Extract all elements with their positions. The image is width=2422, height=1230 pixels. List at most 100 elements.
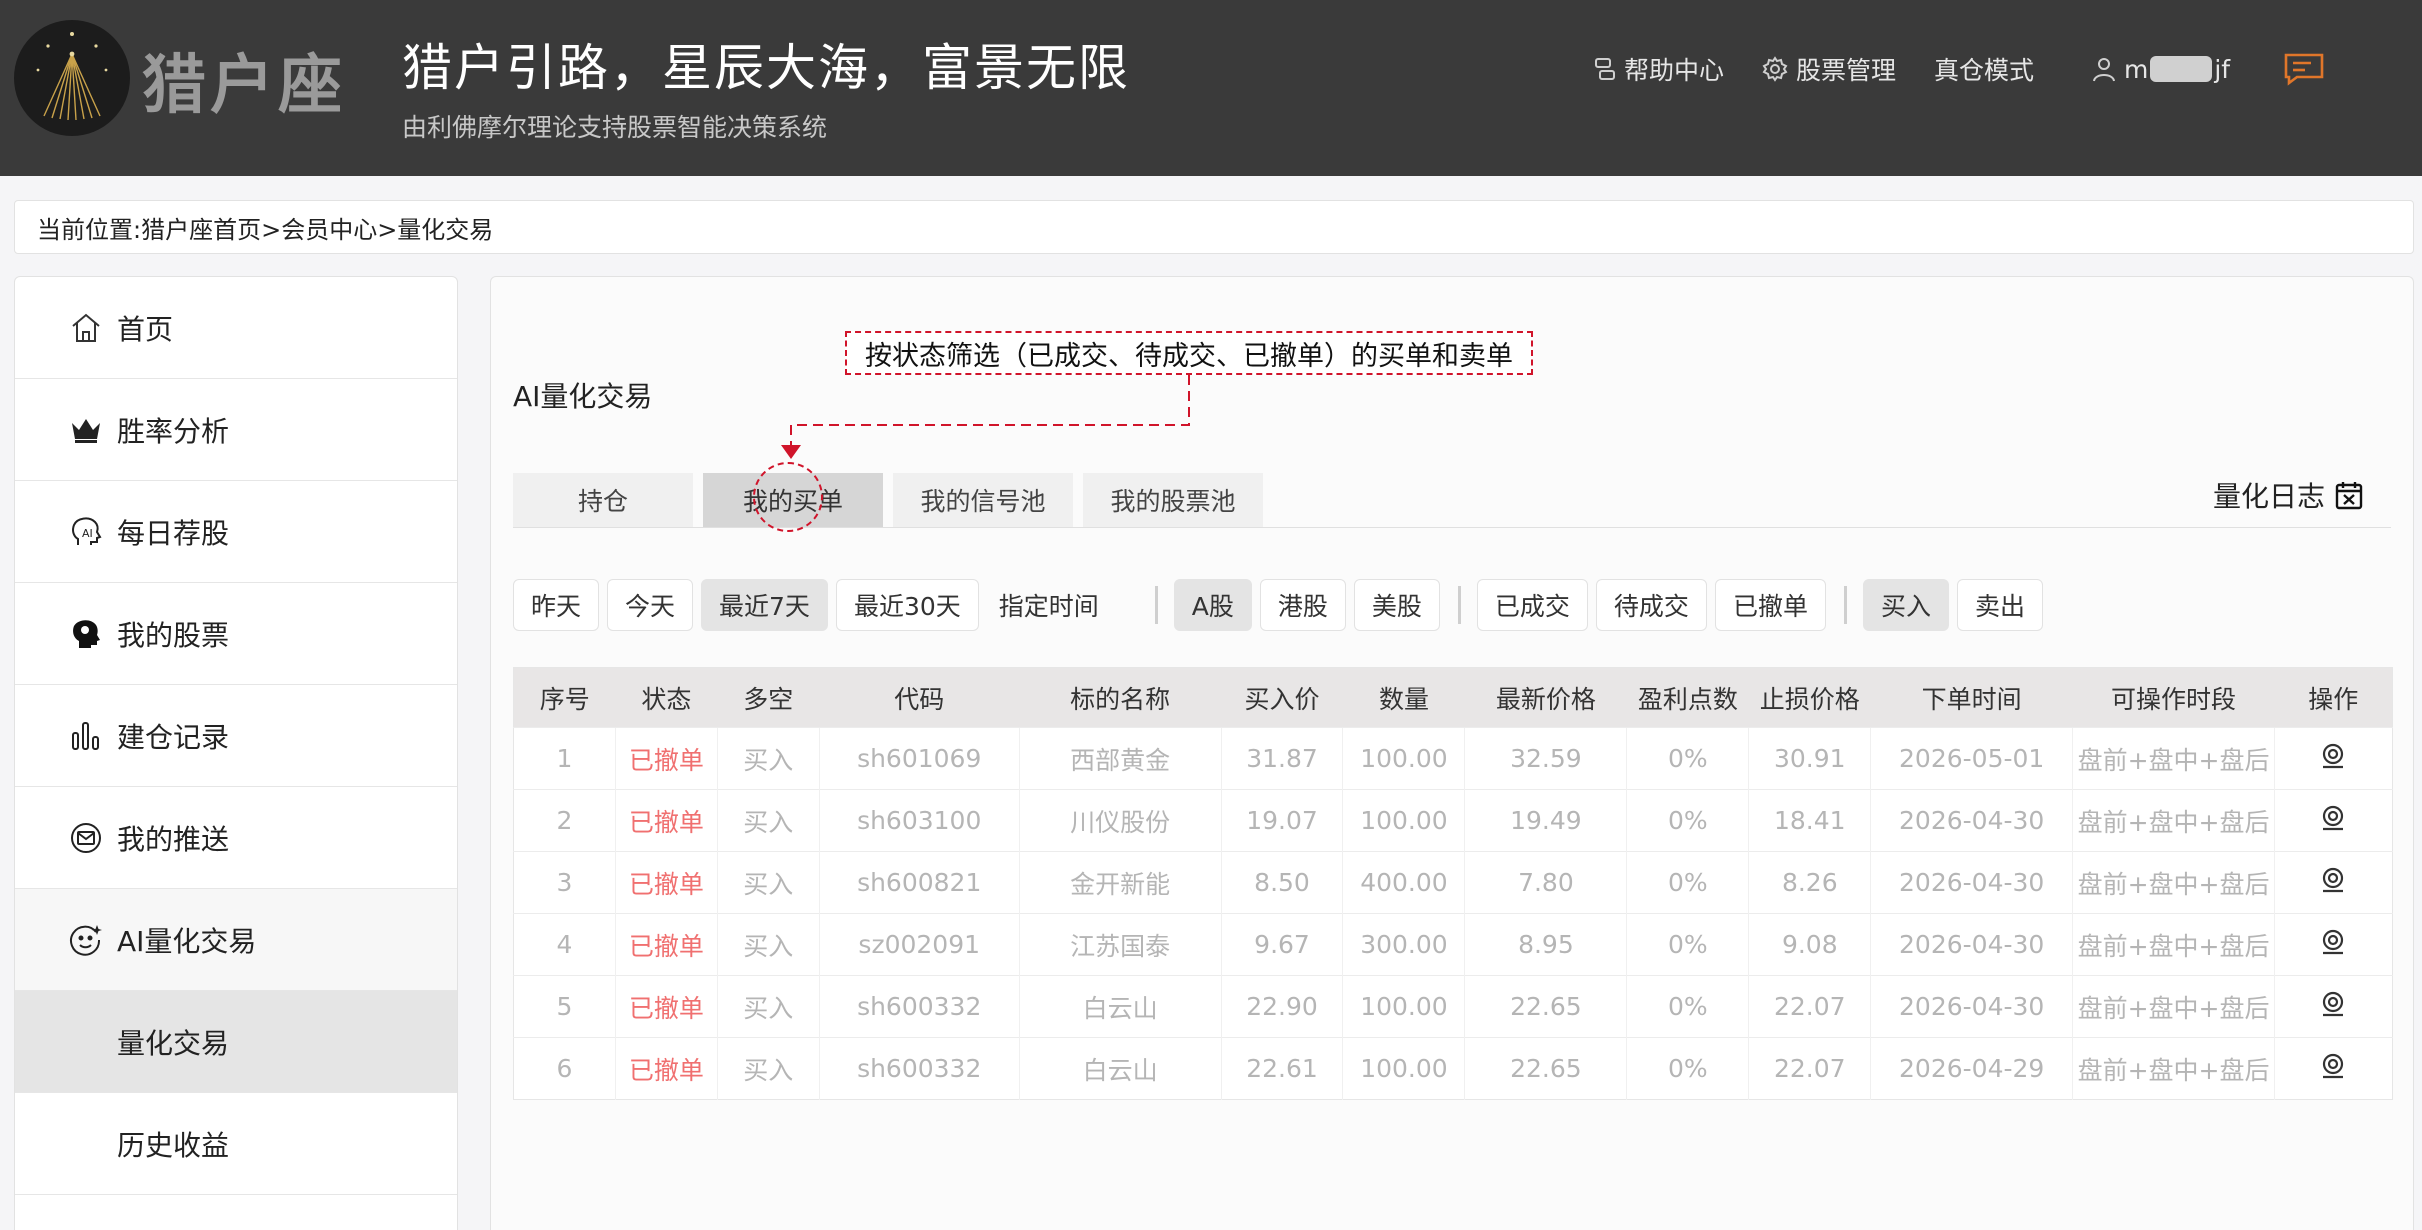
- help-center-link[interactable]: 帮助中心: [1594, 50, 1724, 88]
- tab-stock-pool[interactable]: 我的股票池: [1083, 473, 1263, 527]
- ai-face-icon: [70, 924, 102, 956]
- top-header: 猎户座 猎户引路，星辰大海，富景无限 由利佛摩尔理论支持股票智能决策系统 帮助中…: [0, 0, 2422, 176]
- sidebar-item-ai-quant[interactable]: AI量化交易: [15, 889, 457, 991]
- view-detail-icon[interactable]: [2319, 929, 2347, 961]
- orders-table: 序号 状态 多空 代码 标的名称 买入价 数量 最新价格 盈利点数 止损价格 下…: [513, 667, 2393, 1100]
- stock-management-label: 股票管理: [1796, 56, 1897, 85]
- view-detail-icon[interactable]: [2319, 805, 2347, 837]
- table-cell: 川仪股份: [1018, 789, 1222, 852]
- status-cell: 已撤单: [614, 789, 718, 852]
- table-cell: 买入: [716, 913, 820, 976]
- sidebar-item-label: 我的股票: [117, 618, 230, 652]
- sidebar-item-win-rate[interactable]: 胜率分析: [15, 379, 457, 481]
- table-cell: 100.00: [1342, 1037, 1465, 1100]
- table-cell: 白云山: [1018, 975, 1222, 1038]
- table-cell: 0%: [1626, 789, 1749, 852]
- sidebar-item-position-records[interactable]: 建仓记录: [15, 685, 457, 787]
- filter-bar: 昨天 今天 最近7天 最近30天 指定时间 A股 港股 美股 已成交 待成交 已…: [513, 579, 2051, 631]
- table-cell: 盘前+盘中+盘后: [2072, 913, 2275, 976]
- filter-status-pending[interactable]: 待成交: [1595, 579, 1707, 631]
- table-cell: 22.90: [1220, 975, 1343, 1038]
- filter-buy[interactable]: 买入: [1862, 579, 1949, 631]
- user-menu[interactable]: m jf: [2092, 50, 2230, 88]
- filter-today[interactable]: 今天: [607, 579, 694, 631]
- sidebar-item-my-push[interactable]: 我的推送: [15, 787, 457, 889]
- filter-sell[interactable]: 卖出: [1956, 579, 2043, 631]
- column-header: 标的名称: [1019, 667, 1222, 728]
- filter-status-filled[interactable]: 已成交: [1476, 579, 1588, 631]
- filter-status-cancelled[interactable]: 已撤单: [1714, 579, 1826, 631]
- view-detail-icon[interactable]: [2319, 991, 2347, 1023]
- filter-market-hk[interactable]: 港股: [1259, 579, 1346, 631]
- sidebar-item-quant-trading[interactable]: 量化交易: [15, 991, 457, 1093]
- table-cell: 2: [513, 789, 616, 852]
- column-header: 下单时间: [1870, 667, 2073, 728]
- table-cell: 盘前+盘中+盘后: [2072, 851, 2275, 914]
- filter-last-7-days[interactable]: 最近7天: [701, 579, 828, 631]
- logo-text[interactable]: 猎户座: [142, 34, 346, 126]
- stock-management-link[interactable]: 股票管理: [1762, 50, 1896, 88]
- table-row: 1 已撤单 买入 sh601069 西部黄金 31.87 100.00 32.59 0% 30.9…: [513, 727, 2393, 790]
- table-cell: 盘前+盘中+盘后: [2072, 975, 2275, 1038]
- table-cell: 6: [513, 1037, 616, 1100]
- filter-custom-date[interactable]: 指定时间: [999, 579, 1099, 631]
- table-row: 6 已撤单 买入 sh600332 白云山 22.61 100.00 22.65 0% 22.07…: [513, 1037, 2393, 1100]
- user-icon: [2093, 58, 2115, 82]
- sidebar-item-home[interactable]: 首页: [15, 277, 457, 379]
- tab-positions[interactable]: 持仓: [513, 473, 693, 527]
- table-cell: 19.49: [1464, 789, 1627, 852]
- filter-market-us[interactable]: 美股: [1353, 579, 1440, 631]
- filter-separator: [1154, 586, 1158, 624]
- table-cell: 9.67: [1220, 913, 1343, 976]
- table-cell: 0%: [1626, 851, 1749, 914]
- table-cell: 江苏国泰: [1018, 913, 1222, 976]
- table-cell: 4: [513, 913, 616, 976]
- site-subslogan: 由利佛摩尔理论支持股票智能决策系统: [402, 113, 828, 142]
- quant-log-label: 量化日志: [2213, 480, 2326, 513]
- logo-emblem[interactable]: [14, 20, 130, 136]
- username-redaction: [2150, 56, 2213, 82]
- table-cell: 0%: [1626, 1037, 1749, 1100]
- table-cell: sh600332: [818, 1037, 1020, 1100]
- username-prefix: m: [2124, 54, 2149, 84]
- table-cell: 22.07: [1748, 1037, 1871, 1100]
- table-cell: 1: [513, 727, 616, 790]
- filter-market-a[interactable]: A股: [1173, 579, 1252, 631]
- table-cell: 2026-04-30: [1870, 975, 2073, 1038]
- column-header: 代码: [819, 667, 1020, 728]
- filter-last-30-days[interactable]: 最近30天: [835, 579, 979, 631]
- table-cell: 2026-04-30: [1870, 851, 2073, 914]
- table-cell: sh603100: [818, 789, 1020, 852]
- ai-head-icon: AI: [72, 516, 102, 545]
- crown-icon: [72, 418, 100, 443]
- sidebar-item-label: 历史收益: [117, 1128, 230, 1162]
- table-cell: 22.65: [1464, 1037, 1627, 1100]
- table-cell: 盘前+盘中+盘后: [2072, 727, 2275, 790]
- view-detail-icon[interactable]: [2319, 867, 2347, 899]
- brain-head-icon: [73, 619, 100, 648]
- view-detail-icon[interactable]: [2319, 743, 2347, 775]
- column-header: 序号: [513, 667, 616, 728]
- real-mode-link[interactable]: 真仓模式: [1934, 50, 2034, 88]
- table-cell: 白云山: [1018, 1037, 1222, 1100]
- tab-signal-pool[interactable]: 我的信号池: [893, 473, 1073, 527]
- quant-log-button[interactable]: 量化日志: [2213, 475, 2363, 515]
- table-cell: 2026-05-01: [1870, 727, 2073, 790]
- message-icon[interactable]: [2283, 52, 2325, 90]
- table-cell: 0%: [1626, 913, 1749, 976]
- sidebar-item-label: 建仓记录: [117, 720, 230, 754]
- column-header: 止损价格: [1748, 667, 1871, 728]
- column-header: 状态: [615, 667, 718, 728]
- site-slogan: 猎户引路，星辰大海，富景无限: [402, 39, 1130, 97]
- sidebar-item-history-returns[interactable]: 历史收益: [15, 1093, 457, 1195]
- tab-bar: 持仓 我的买单 我的信号池 我的股票池: [513, 473, 1273, 527]
- view-detail-icon[interactable]: [2319, 1053, 2347, 1085]
- table-cell: 金开新能: [1018, 851, 1222, 914]
- table-cell: 5: [513, 975, 616, 1038]
- table-cell: 300.00: [1342, 913, 1465, 976]
- gear-icon: [1762, 56, 1788, 82]
- sidebar-item-my-stocks[interactable]: 我的股票: [15, 583, 457, 685]
- breadcrumb: 当前位置:猎户座首页>会员中心>量化交易: [14, 200, 2414, 254]
- sidebar-item-daily-picks[interactable]: AI 每日荐股: [15, 481, 457, 583]
- filter-yesterday[interactable]: 昨天: [513, 579, 600, 631]
